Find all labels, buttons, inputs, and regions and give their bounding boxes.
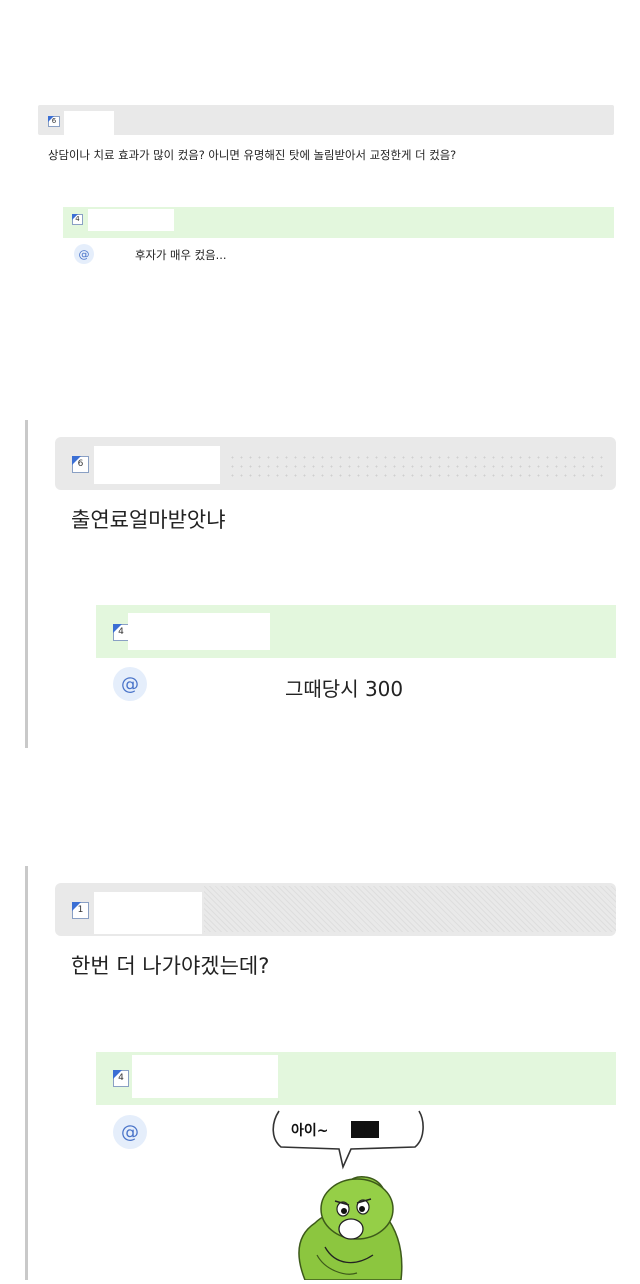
username-redacted	[88, 209, 174, 231]
reply-text: 후자가 매우 컸음...	[135, 248, 227, 262]
comment-header	[38, 105, 614, 135]
username-redacted	[132, 1055, 278, 1098]
comment-text: 출연료얼마받앗냐	[71, 508, 226, 532]
level-badge: 4	[113, 624, 129, 641]
level-badge: 6	[72, 456, 89, 473]
username-redacted	[94, 892, 202, 934]
comment-text: 한번 더 나가야겠는데?	[71, 954, 270, 978]
header-pattern	[204, 886, 616, 932]
level-badge: 1	[72, 902, 89, 919]
username-redacted	[128, 613, 270, 650]
mention-icon: @	[113, 667, 147, 701]
mention-icon: @	[113, 1115, 147, 1149]
left-border	[25, 420, 28, 748]
mention-icon: @	[74, 244, 94, 264]
level-badge: 6	[48, 116, 60, 127]
header-pattern	[228, 453, 608, 481]
comment-text: 상담이나 치료 효과가 많이 컸음? 아니면 유명해진 탓에 놀림받아서 교정한…	[48, 148, 457, 162]
speech-text: 아이~!!	[291, 1123, 376, 1139]
username-redacted	[64, 111, 114, 135]
reply-image: 아이~!!	[265, 1105, 440, 1281]
reply-text: 그때당시 300	[285, 677, 404, 701]
left-border	[25, 866, 28, 1280]
level-badge: 4	[113, 1070, 129, 1087]
username-redacted	[94, 446, 220, 484]
level-badge: 4	[72, 214, 83, 225]
